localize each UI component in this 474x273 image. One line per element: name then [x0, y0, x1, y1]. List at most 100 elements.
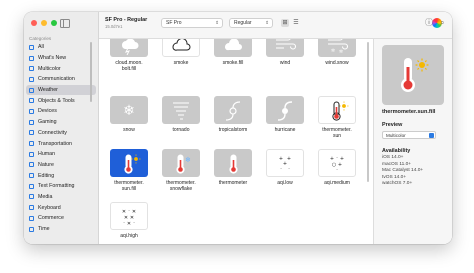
- sidebar-item-label: Connectivity: [38, 129, 67, 136]
- tropicalstorm-icon: [214, 96, 252, 124]
- thermometer-sun-fill-icon: [110, 149, 148, 177]
- sidebar-item[interactable]: Objects & Tools: [26, 95, 96, 106]
- sidebar-item[interactable]: Commerce: [26, 213, 96, 224]
- sidebar-item[interactable]: Nature: [26, 160, 96, 171]
- category-icon: [29, 98, 34, 104]
- list-view-icon[interactable]: ☰: [292, 19, 300, 27]
- aqi-low-icon: + + + · ·: [266, 149, 304, 177]
- sidebar-item-label: Keyboard: [38, 204, 61, 211]
- sidebar-item[interactable]: Keyboard: [26, 202, 96, 213]
- category-icon: [29, 44, 34, 50]
- sidebar-item-label: Transportation: [38, 140, 72, 147]
- font-select-value: SF Pro: [166, 20, 182, 26]
- svg-text:·: ·: [280, 166, 282, 172]
- category-icon: [29, 194, 34, 200]
- symbol-name: hurricane: [274, 127, 296, 133]
- symbol-cell[interactable]: cloud.moon. bolt.fill: [103, 39, 155, 72]
- category-icon: [29, 183, 34, 189]
- category-icon: [29, 173, 34, 179]
- sidebar-item[interactable]: Transportation: [26, 138, 96, 149]
- availability-item: iOS 14.0+: [382, 155, 404, 160]
- symbol-name: aqi.medium: [324, 180, 350, 186]
- symbol-name: aqi.high: [120, 233, 138, 239]
- font-select[interactable]: SF Pro ⇕: [161, 18, 223, 28]
- dropdown-icon: [429, 133, 434, 138]
- symbol-cell[interactable]: ❄ thermometer. snowflake: [155, 149, 207, 192]
- sidebar-item[interactable]: All: [26, 42, 96, 53]
- symbol-name: thermometer. sun.fill: [114, 180, 144, 192]
- weight-select[interactable]: Regular ⇕: [229, 18, 273, 28]
- sidebar: Categories All What's New Multicolor Commun…: [24, 12, 99, 244]
- zoom-button[interactable]: [51, 20, 57, 26]
- availability-item: watchOS 7.0+: [382, 181, 413, 187]
- category-icon: [29, 119, 34, 125]
- category-icon: [29, 55, 34, 61]
- thermometer-snowflake-icon: ❄: [162, 149, 200, 177]
- sidebar-item-label: Media: [38, 193, 53, 200]
- symbol-name: snow: [123, 127, 135, 133]
- svg-text:+: +: [338, 162, 342, 168]
- sidebar-item[interactable]: Human: [26, 149, 96, 160]
- sidebar-item[interactable]: What's New: [26, 53, 96, 64]
- hurricane-icon: [266, 96, 304, 124]
- symbol-cell[interactable]: ❄ snow: [103, 96, 155, 133]
- close-button[interactable]: [31, 20, 37, 26]
- symbol-cell[interactable]: + + + · · aqi.low: [259, 149, 311, 186]
- category-icon: [29, 130, 34, 136]
- sidebar-item[interactable]: Multicolor: [26, 63, 96, 74]
- sidebar-item[interactable]: Text Formatting: [26, 181, 96, 192]
- availability-list: iOS 14.0+ macOS 11.0+ Mac Catalyst 14.0+ tv…: [382, 155, 423, 188]
- sidebar-item[interactable]: Media: [26, 192, 96, 203]
- symbol-cell[interactable]: smoke.fill: [207, 39, 259, 66]
- grid-scrollbar[interactable]: [367, 42, 369, 182]
- symbol-cell[interactable]: + · + ○ + · aqi.medium: [311, 149, 363, 186]
- sidebar-item-label: Objects & Tools: [38, 97, 75, 104]
- sidebar-toggle-icon[interactable]: [60, 19, 70, 28]
- category-icon: [29, 108, 34, 114]
- svg-text:✲: ✲: [331, 48, 336, 54]
- sidebar-item[interactable]: Gaming: [26, 117, 96, 128]
- symbol-cell[interactable]: thermometer: [207, 149, 259, 186]
- symbol-cell[interactable]: ✕ · ✕ ✕ ✕ · ✕ · aqi.high: [103, 202, 155, 239]
- category-icon: [29, 87, 34, 93]
- symbol-name: thermometer. sun: [322, 127, 352, 139]
- svg-text:✲: ✲: [339, 49, 344, 55]
- sidebar-item[interactable]: Editing: [26, 170, 96, 181]
- symbol-name: thermometer. snowflake: [166, 180, 196, 192]
- availability-item: Mac Catalyst 14.0+: [382, 168, 424, 174]
- wind-icon: [266, 39, 304, 57]
- sidebar-item[interactable]: Connectivity: [26, 128, 96, 139]
- symbol-cell[interactable]: ✲ ✲ wind.snow: [311, 39, 363, 66]
- info-icon[interactable]: ⓘ: [425, 18, 433, 28]
- svg-text:+: +: [287, 156, 291, 162]
- minimize-button[interactable]: [41, 20, 47, 26]
- sidebar-scrollbar[interactable]: [90, 42, 92, 102]
- symbol-name: smoke.fill: [222, 60, 244, 66]
- sidebar-item-label: Weather: [38, 87, 58, 94]
- search-icon[interactable]: ⌕: [440, 18, 444, 28]
- sidebar-item[interactable]: Communication: [26, 74, 96, 85]
- sidebar-item-label: Human: [38, 151, 56, 158]
- sf-symbols-window: Categories All What's New Multicolor Commun…: [24, 12, 452, 244]
- sidebar-item[interactable]: Weather: [26, 84, 96, 96]
- sidebar-item-label: Text Formatting: [38, 183, 75, 190]
- svg-text:✕: ✕: [127, 221, 131, 227]
- symbol-cell[interactable]: tropicalstorm: [207, 96, 259, 133]
- category-icon: [29, 162, 34, 168]
- chevron-updown-icon: ⇕: [215, 20, 219, 25]
- symbol-name: aqi.low: [277, 180, 293, 186]
- symbol-name: tropicalstorm: [218, 127, 248, 133]
- symbol-cell[interactable]: thermometer. sun.fill: [103, 149, 155, 192]
- symbol-cell[interactable]: tornado: [155, 96, 207, 133]
- symbol-cell[interactable]: thermometer. sun: [311, 96, 363, 139]
- symbol-cell[interactable]: wind: [259, 39, 311, 66]
- sidebar-item[interactable]: Time: [26, 224, 96, 235]
- symbol-cell[interactable]: hurricane: [259, 96, 311, 133]
- thermometer-sun-icon: [318, 96, 356, 124]
- symbol-cell[interactable]: smoke: [155, 39, 207, 66]
- sidebar-item[interactable]: Devices: [26, 106, 96, 117]
- grid-view-icon[interactable]: ⊞: [281, 19, 289, 27]
- sidebar-item-label: Communication: [38, 76, 75, 83]
- rendering-mode-select[interactable]: Multicolor: [382, 131, 436, 139]
- category-icon: [29, 205, 34, 211]
